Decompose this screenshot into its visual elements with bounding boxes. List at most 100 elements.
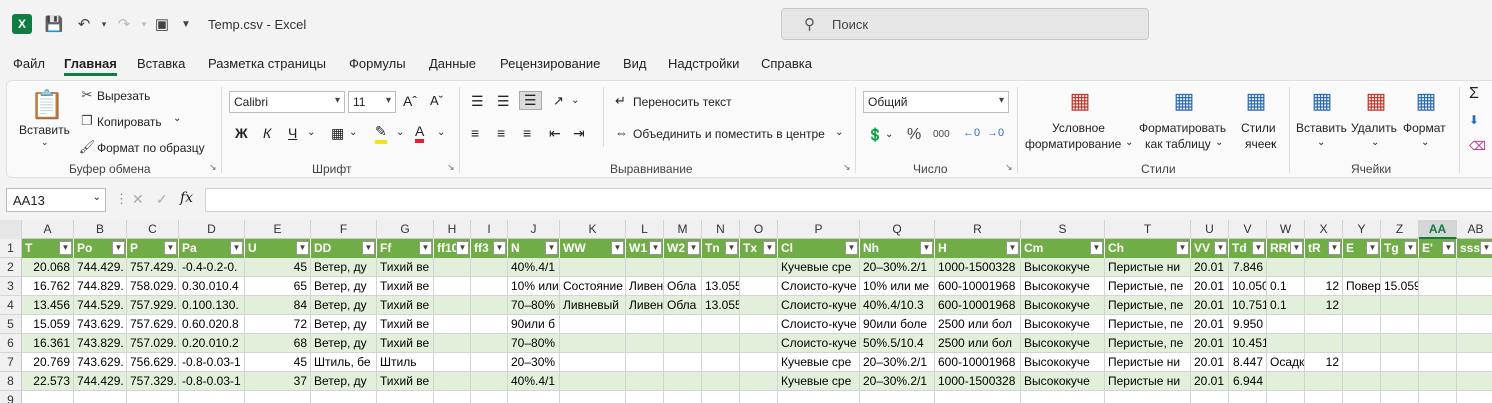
cell[interactable]: 13.055: [702, 296, 740, 315]
cell[interactable]: Перистые, пе: [1105, 296, 1191, 315]
column-header-l[interactable]: L: [626, 220, 664, 239]
cell[interactable]: 65: [245, 277, 311, 296]
cell[interactable]: 37: [245, 372, 311, 391]
cell[interactable]: 10.751: [1229, 296, 1267, 315]
currency-icon[interactable]: 💲: [867, 127, 883, 143]
cell[interactable]: 20.01: [1191, 315, 1229, 334]
header-cell[interactable]: WW ▼: [560, 239, 626, 258]
tab-addins[interactable]: Надстройки: [668, 56, 739, 71]
header-cell[interactable]: Po ▼: [74, 239, 127, 258]
cell[interactable]: [1267, 258, 1305, 277]
cell[interactable]: [1267, 391, 1305, 403]
cell[interactable]: [434, 334, 471, 353]
cell[interactable]: [434, 296, 471, 315]
header-cell[interactable]: Nh ▼: [860, 239, 935, 258]
cell[interactable]: [1343, 334, 1381, 353]
cell[interactable]: 12: [1305, 353, 1343, 372]
cell[interactable]: 0.20.010.2: [179, 334, 245, 353]
filter-dropdown-icon[interactable]: ▼: [419, 241, 432, 255]
undo-dropdown-icon[interactable]: ▾: [94, 14, 114, 34]
cell[interactable]: Состояние: [560, 277, 626, 296]
cell[interactable]: [740, 334, 778, 353]
header-cell[interactable]: Td ▼: [1229, 239, 1267, 258]
cell[interactable]: [1343, 258, 1381, 277]
cell[interactable]: 13.055: [702, 277, 740, 296]
column-header-b[interactable]: B: [74, 220, 127, 239]
filter-dropdown-icon[interactable]: ▼: [112, 241, 125, 255]
cell[interactable]: [560, 353, 626, 372]
format-cells-icon[interactable]: ▦: [1411, 87, 1441, 115]
cell[interactable]: [1305, 372, 1343, 391]
filter-dropdown-icon[interactable]: ▼: [725, 241, 738, 255]
filter-dropdown-icon[interactable]: ▼: [296, 241, 309, 255]
cell[interactable]: 6.944: [1229, 372, 1267, 391]
cell[interactable]: [740, 391, 778, 403]
cell-styles-icon[interactable]: ▦: [1241, 87, 1271, 115]
column-header-w[interactable]: W: [1267, 220, 1305, 239]
row-header-7[interactable]: 7: [0, 353, 22, 372]
cell[interactable]: Кучевые сре: [778, 372, 860, 391]
cell[interactable]: [1457, 258, 1492, 277]
cell[interactable]: 50%.5/10.4: [860, 334, 935, 353]
cell[interactable]: Ветер, ду: [311, 258, 377, 277]
cell[interactable]: [1419, 372, 1457, 391]
wrap-text-icon[interactable]: ↵: [615, 93, 626, 109]
cell[interactable]: [1305, 334, 1343, 353]
name-box[interactable]: AA13 ⌄: [6, 188, 106, 212]
cell[interactable]: [664, 391, 702, 403]
cell[interactable]: [740, 353, 778, 372]
cell[interactable]: [434, 372, 471, 391]
filter-dropdown-icon[interactable]: ▼: [164, 241, 177, 255]
cell[interactable]: [1457, 334, 1492, 353]
cell[interactable]: [702, 372, 740, 391]
filter-dropdown-icon[interactable]: ▼: [687, 241, 700, 255]
header-cell[interactable]: Ff ▼: [377, 239, 434, 258]
cell[interactable]: [471, 334, 508, 353]
cell[interactable]: Перистые ни: [1105, 372, 1191, 391]
align-bottom-icon[interactable]: ☰: [519, 91, 542, 110]
column-header-g[interactable]: G: [377, 220, 434, 239]
cell[interactable]: Тихий ве: [377, 372, 434, 391]
cell[interactable]: Слоисто-куче: [778, 277, 860, 296]
cell[interactable]: 0.1: [1267, 277, 1305, 296]
cell[interactable]: 757.629.: [127, 315, 179, 334]
cell[interactable]: -0.8-0.03-1: [179, 372, 245, 391]
cell[interactable]: 20–30%.2/1: [860, 258, 935, 277]
align-left-icon[interactable]: ≡: [471, 125, 479, 141]
cell[interactable]: [1381, 315, 1419, 334]
tab-data[interactable]: Данные: [429, 56, 476, 71]
cell[interactable]: [1381, 296, 1419, 315]
cell[interactable]: 20–30%: [508, 353, 560, 372]
cell[interactable]: [1457, 296, 1492, 315]
cell[interactable]: Перистые ни: [1105, 258, 1191, 277]
cell[interactable]: [434, 258, 471, 277]
delete-cells-icon[interactable]: ▦: [1361, 87, 1391, 115]
cell[interactable]: 20.01: [1191, 258, 1229, 277]
cell[interactable]: [1419, 258, 1457, 277]
column-header-f[interactable]: F: [311, 220, 377, 239]
bold-button[interactable]: Ж: [235, 125, 248, 141]
cell[interactable]: Ливен: [626, 296, 664, 315]
cell[interactable]: 757.429.: [127, 258, 179, 277]
search-box[interactable]: ⚲ Поиск: [781, 8, 1149, 40]
column-header-m[interactable]: M: [664, 220, 702, 239]
cell[interactable]: Перистые, пе: [1105, 315, 1191, 334]
cell[interactable]: [626, 372, 664, 391]
cell[interactable]: [740, 296, 778, 315]
cell[interactable]: Высококуче: [1021, 315, 1105, 334]
cell[interactable]: 10.451: [1229, 334, 1267, 353]
header-cell[interactable]: RRR ▼: [1267, 239, 1305, 258]
borders-icon[interactable]: ▦: [331, 125, 344, 142]
filter-dropdown-icon[interactable]: ▼: [456, 241, 469, 255]
cell[interactable]: [1343, 296, 1381, 315]
cell[interactable]: [1343, 353, 1381, 372]
column-header-i[interactable]: I: [471, 220, 508, 239]
cell[interactable]: 70–80%: [508, 296, 560, 315]
underline-button[interactable]: Ч: [288, 125, 297, 141]
cell[interactable]: Перистые ни: [1105, 353, 1191, 372]
cell[interactable]: [560, 315, 626, 334]
column-header-t[interactable]: T: [1105, 220, 1191, 239]
cell[interactable]: [471, 372, 508, 391]
cell[interactable]: 84: [245, 296, 311, 315]
header-cell[interactable]: H ▼: [935, 239, 1021, 258]
